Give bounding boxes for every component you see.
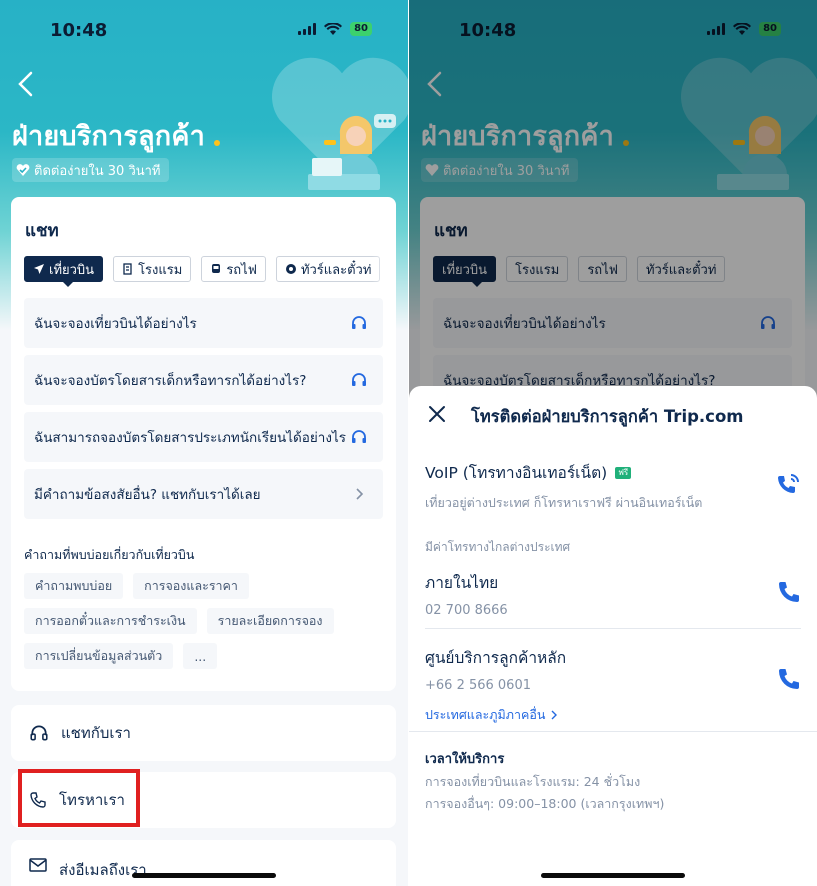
home-indicator bbox=[132, 873, 276, 878]
tab-trains[interactable]: รถไฟ bbox=[201, 256, 266, 282]
tab-hotels[interactable]: โรงแรม bbox=[113, 256, 192, 282]
free-badge: ฟรี bbox=[615, 466, 632, 479]
train-icon bbox=[212, 264, 221, 273]
response-time-text: ติดต่อง่ายใน 30 วินาที bbox=[34, 163, 161, 179]
contact-name: ภายในไทย bbox=[425, 574, 499, 592]
chat-with-us-label: แชทกับเรา bbox=[61, 724, 131, 742]
contact-main-center[interactable]: ศูนย์บริการลูกค้าหลัก +66 2 566 0601 ประ… bbox=[425, 645, 801, 725]
contact-number: 02 700 8666 bbox=[425, 603, 508, 618]
voip-description: เที่ยวอยู่ต่างประเทศ ก็โทรหาเราฟรี ผ่านอ… bbox=[425, 495, 703, 510]
status-bar: 10:48 80 bbox=[0, 0, 408, 56]
service-hours-title: เวลาให้บริการ bbox=[425, 752, 505, 767]
faq-title: คำถามที่พบบ่อยเกี่ยวกับเที่ยวบิน bbox=[24, 547, 195, 562]
wifi-icon bbox=[324, 22, 343, 35]
status-time: 10:48 bbox=[50, 20, 108, 41]
other-regions-link[interactable]: ประเทศและภูมิภาคอื่น bbox=[425, 705, 801, 725]
sheet-title: โทรติดต่อฝ่ายบริการลูกค้า Trip.com bbox=[471, 407, 744, 426]
faq-chip[interactable]: การออกตั๋วและการชำระเงิน bbox=[24, 608, 197, 634]
customer-service-screen: 10:48 80 ฝ่ายบริการลูกค้า ติดต่อง่ายใน 3… bbox=[0, 0, 408, 886]
contact-thailand[interactable]: ภายในไทย 02 700 8666 bbox=[425, 570, 801, 618]
question-text: มีคำถามข้อสงสัยอื่น? แชทกับเราได้เลย bbox=[34, 487, 261, 503]
list-item[interactable]: มีคำถามข้อสงสัยอื่น? แชทกับเราได้เลย bbox=[24, 469, 383, 519]
support-agent-illustration bbox=[308, 114, 396, 190]
other-regions-label: ประเทศและภูมิภาคอื่น bbox=[425, 707, 546, 722]
title-accent-dot bbox=[214, 140, 220, 146]
category-tabs: เที่ยวบิน โรงแรม รถไฟ ทัวร์และตั๋วท่ bbox=[24, 256, 381, 287]
mail-icon bbox=[29, 858, 47, 872]
tab-flights[interactable]: เที่ยวบิน bbox=[24, 256, 104, 287]
tab-trains-label: รถไฟ bbox=[226, 262, 257, 278]
faq-chip[interactable]: การจองและราคา bbox=[133, 573, 249, 599]
headset-icon bbox=[352, 430, 366, 443]
chat-with-us-button[interactable]: แชทกับเรา bbox=[11, 705, 396, 761]
home-indicator bbox=[541, 873, 685, 878]
international-charge-note: มีค่าโทรทางไกลต่างประเทศ bbox=[425, 540, 571, 554]
headset-icon bbox=[352, 316, 366, 329]
list-item[interactable]: ฉันจะจองบัตรโดยสารเด็กหรือทารกได้อย่างไร… bbox=[24, 355, 383, 405]
row-divider bbox=[425, 628, 801, 629]
call-options-screen: 10:48 80 ฝ่ายบริการลูกค้า ติดต่อง่ายใน 3… bbox=[409, 0, 817, 886]
building-icon bbox=[123, 263, 132, 275]
chat-card: แชท เที่ยวบิน โรงแรม รถไฟ ทัวร์และตั๋วท่ bbox=[11, 197, 396, 691]
voip-title: VoIP (โทรทางอินเทอร์เน็ต) bbox=[425, 464, 608, 482]
question-text: ฉันจะจองเที่ยวบินได้อย่างไร bbox=[34, 316, 197, 332]
chevron-right-icon bbox=[551, 710, 558, 720]
question-text: ฉันสามารถจองบัตรโดยสารประเภทนักเรียนได้อ… bbox=[34, 430, 347, 446]
back-arrow-icon[interactable] bbox=[14, 70, 38, 98]
page-title: ฝ่ายบริการลูกค้า bbox=[12, 121, 205, 152]
faq-chip[interactable]: การเปลี่ยนข้อมูลส่วนตัว bbox=[24, 643, 174, 669]
chat-heading: แชท bbox=[25, 221, 59, 241]
call-options-sheet: โทรติดต่อฝ่ายบริการลูกค้า Trip.com VoIP … bbox=[409, 386, 817, 886]
faq-chip[interactable]: คำถามพบบ่อย bbox=[24, 573, 124, 599]
email-us-label: ส่งอีเมลถึงเรา bbox=[59, 861, 147, 879]
headset-icon bbox=[352, 373, 366, 386]
voip-phone-icon[interactable] bbox=[775, 472, 801, 498]
faq-more-chip[interactable]: ... bbox=[183, 643, 218, 669]
tab-tours-label: ทัวร์และตั๋วท่ bbox=[300, 262, 372, 278]
faq-chip[interactable]: รายละเอียดการจอง bbox=[206, 608, 334, 634]
tabs-fade bbox=[372, 253, 396, 285]
phone-icon[interactable] bbox=[777, 667, 801, 691]
voip-option[interactable]: VoIP (โทรทางอินเทอร์เน็ต) ฟรี เที่ยวอยู่… bbox=[425, 460, 801, 513]
section-divider bbox=[409, 731, 817, 732]
close-icon[interactable] bbox=[427, 404, 447, 424]
phone-icon[interactable] bbox=[777, 580, 801, 604]
headset-icon bbox=[30, 725, 48, 741]
contact-number: +66 2 566 0601 bbox=[425, 678, 531, 693]
voip-title-row: VoIP (โทรทางอินเทอร์เน็ต) ฟรี bbox=[425, 460, 801, 485]
heart-check-icon bbox=[16, 164, 30, 176]
service-hours-line: การจองเที่ยวบินและโรงแรม: 24 ชั่วโมง bbox=[425, 774, 641, 789]
email-us-button[interactable]: ส่งอีเมลถึงเรา bbox=[11, 840, 396, 886]
chevron-right-icon bbox=[356, 488, 364, 500]
question-list: ฉันจะจองเที่ยวบินได้อย่างไร ฉันจะจองบัตร… bbox=[24, 298, 383, 526]
faq-chips: คำถามพบบ่อย การจองและราคา การออกตั๋วและก… bbox=[24, 573, 384, 678]
status-icons: 80 bbox=[298, 22, 372, 36]
tab-flights-label: เที่ยวบิน bbox=[49, 262, 95, 278]
battery-indicator: 80 bbox=[350, 22, 372, 36]
signal-icon bbox=[298, 23, 317, 35]
call-us-highlight bbox=[18, 769, 140, 827]
list-item[interactable]: ฉันจะจองเที่ยวบินได้อย่างไร bbox=[24, 298, 383, 348]
list-item[interactable]: ฉันสามารถจองบัตรโดยสารประเภทนักเรียนได้อ… bbox=[24, 412, 383, 462]
plane-icon bbox=[34, 264, 44, 274]
question-text: ฉันจะจองบัตรโดยสารเด็กหรือทารกได้อย่างไร… bbox=[34, 373, 307, 389]
tab-tours[interactable]: ทัวร์และตั๋วท่ bbox=[275, 256, 381, 282]
contact-name: ศูนย์บริการลูกค้าหลัก bbox=[425, 649, 567, 667]
service-hours-line: การจองอื่นๆ: 09:00–18:00 (เวลากรุงเทพฯ) bbox=[425, 796, 665, 811]
tour-icon bbox=[285, 264, 296, 274]
tab-hotels-label: โรงแรม bbox=[138, 262, 183, 278]
response-time-badge: ติดต่อง่ายใน 30 วินาที bbox=[12, 158, 169, 182]
